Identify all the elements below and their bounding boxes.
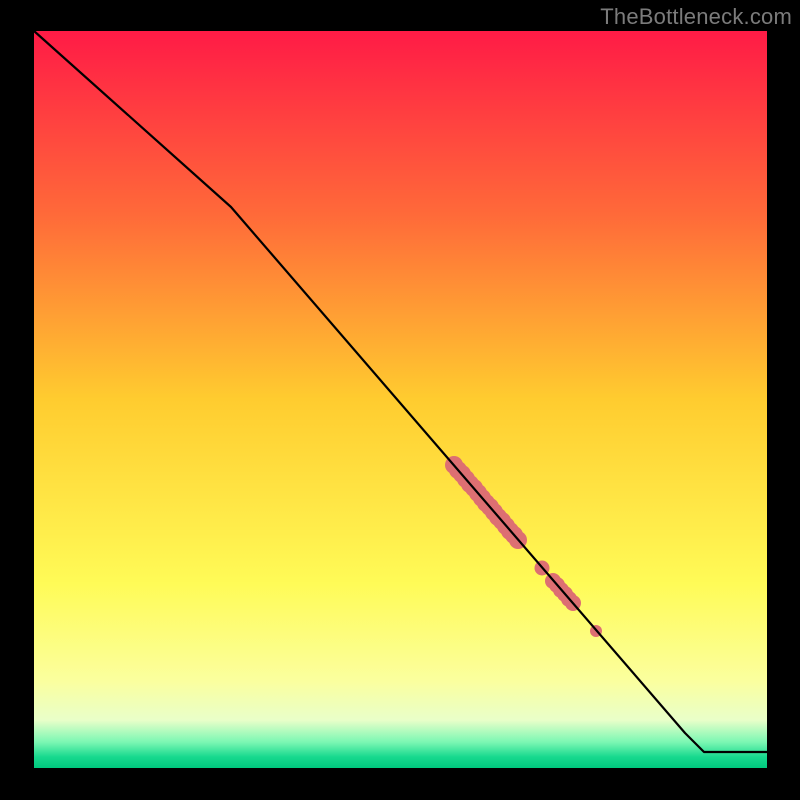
watermark-text: TheBottleneck.com — [600, 4, 792, 30]
bottleneck-chart — [0, 0, 800, 800]
chart-stage: { "watermark": "TheBottleneck.com", "cha… — [0, 0, 800, 800]
plot-background — [34, 31, 767, 768]
